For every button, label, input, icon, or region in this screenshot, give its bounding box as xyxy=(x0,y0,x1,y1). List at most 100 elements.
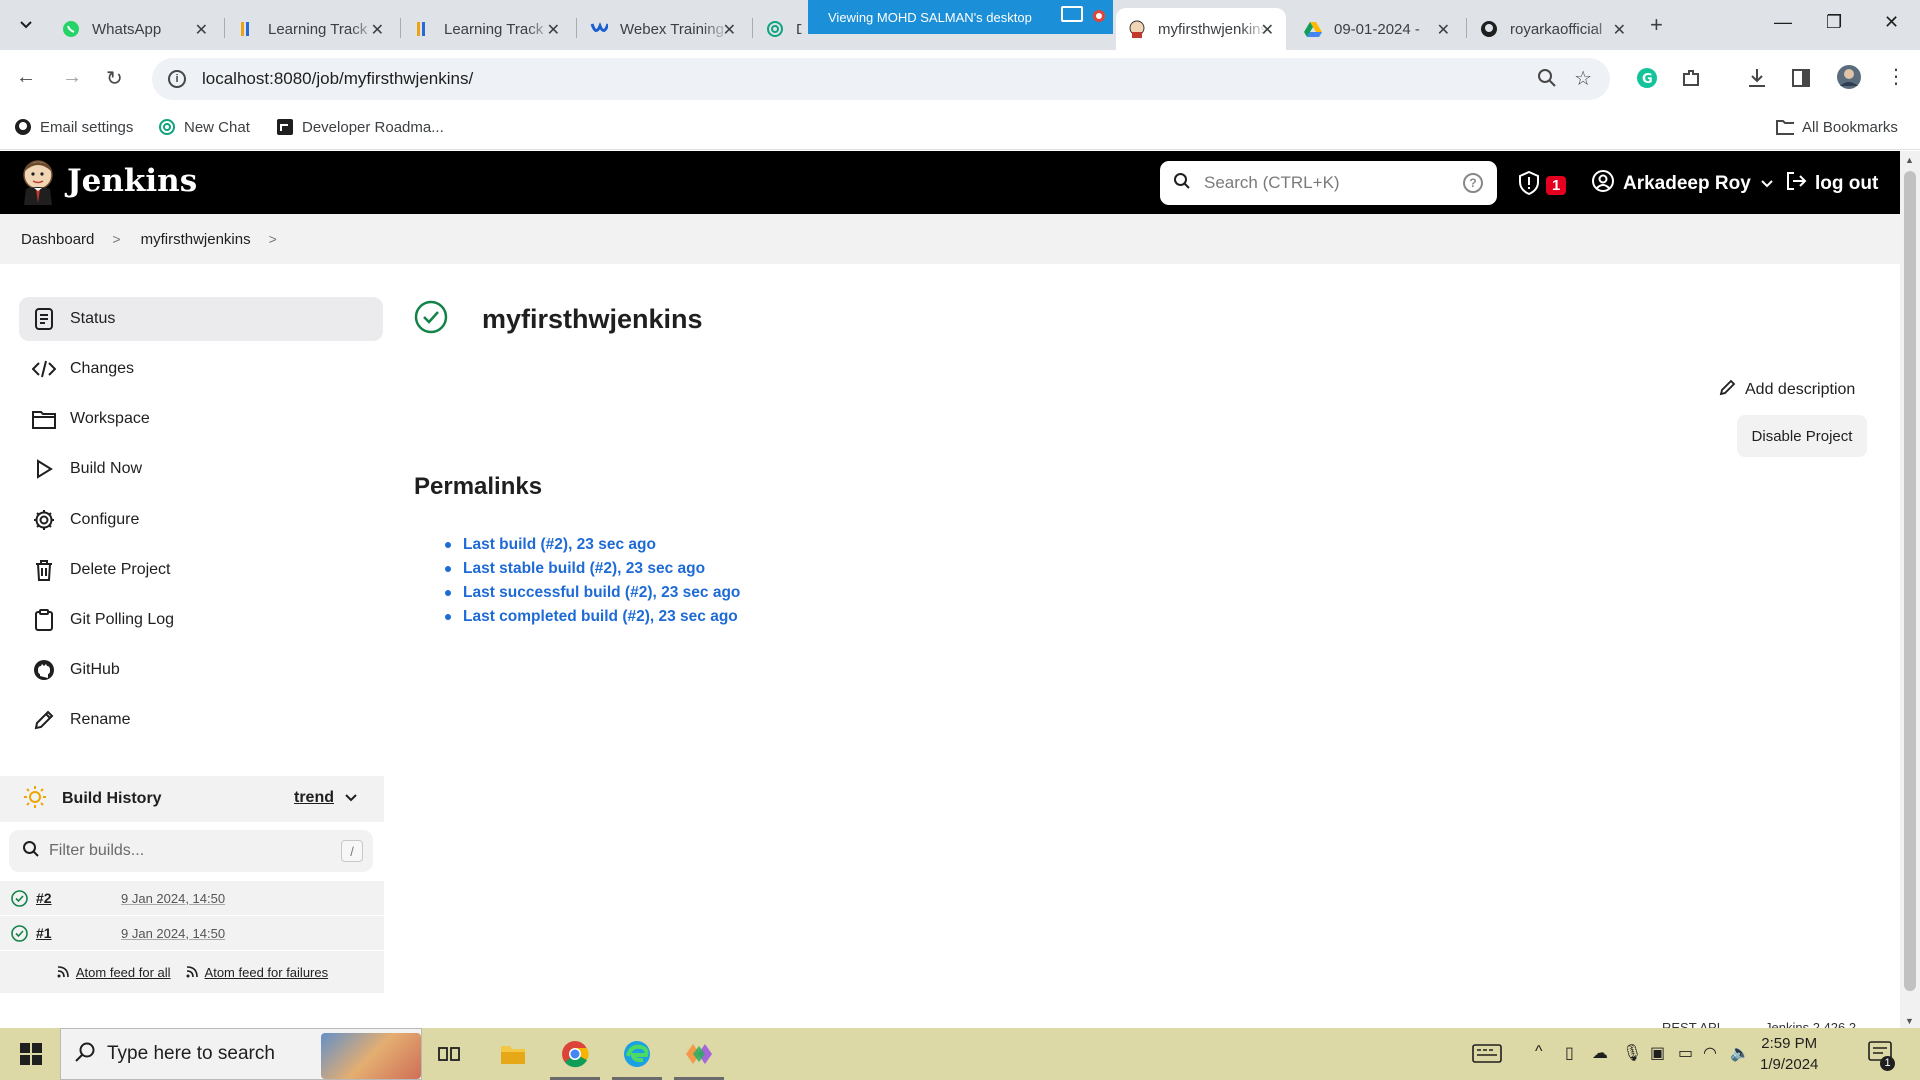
permalink-last-successful-build[interactable]: Last successful build (#2), 23 sec ago xyxy=(463,581,740,605)
build-number-link[interactable]: #1 xyxy=(36,925,52,941)
build-date-link[interactable]: 9 Jan 2024, 14:50 xyxy=(121,926,225,941)
site-info-icon[interactable]: i xyxy=(168,70,186,88)
volume-icon[interactable]: 🔈 xyxy=(1730,1043,1750,1063)
task-delete-project[interactable]: Delete Project xyxy=(19,548,383,592)
keyboard-layout-icon[interactable] xyxy=(1472,1042,1502,1069)
help-icon[interactable]: ? xyxy=(1463,173,1483,193)
zoom-icon[interactable] xyxy=(1538,69,1556,92)
logout-label[interactable]: log out xyxy=(1815,173,1878,195)
task-github[interactable]: GitHub xyxy=(19,648,383,692)
chevron-down-icon[interactable] xyxy=(1760,173,1774,195)
task-workspace[interactable]: Workspace xyxy=(19,397,383,441)
close-tab-icon[interactable]: ✕ xyxy=(1261,20,1274,40)
security-alerts-button[interactable]: 1 xyxy=(1518,170,1567,200)
atom-feed-failures-link[interactable]: Atom feed for failures xyxy=(185,965,329,980)
download-icon[interactable] xyxy=(1746,67,1768,94)
atom-feed-all-label[interactable]: Atom feed for all xyxy=(76,965,171,980)
close-tab-icon[interactable]: ✕ xyxy=(547,20,560,40)
webex-screen-share-banner[interactable]: Viewing MOHD SALMAN's desktop xyxy=(808,0,1113,34)
tab-learning-track-1[interactable]: Learning Track ✕ xyxy=(226,8,396,50)
build-number-link[interactable]: #2 xyxy=(36,890,52,906)
tab-learning-track-2[interactable]: Learning Track ✕ xyxy=(402,8,572,50)
grammarly-icon[interactable]: G xyxy=(1636,67,1658,94)
task-git-polling-log[interactable]: Git Polling Log xyxy=(19,598,383,642)
task-rename[interactable]: Rename xyxy=(19,698,383,742)
windows-start-icon[interactable] xyxy=(20,1043,42,1070)
permalink-last-completed-build[interactable]: Last completed build (#2), 23 sec ago xyxy=(463,605,738,629)
scroll-down-icon[interactable]: ▼ xyxy=(1905,1016,1914,1026)
permalink-item[interactable]: Last completed build (#2), 23 sec ago xyxy=(445,605,740,629)
tab-chatgpt[interactable]: D xyxy=(754,8,814,50)
tab-google-drive[interactable]: 09-01-2024 - ✕ xyxy=(1292,8,1462,50)
disable-project-label[interactable]: Disable Project xyxy=(1752,428,1853,445)
disable-project-button[interactable]: Disable Project xyxy=(1737,415,1867,457)
user-menu[interactable]: Arkadeep Roy xyxy=(1592,170,1774,198)
scroll-up-icon[interactable]: ▲ xyxy=(1905,155,1914,165)
bookmark-developer-roadmap[interactable]: Developer Roadma... xyxy=(276,118,444,136)
breadcrumb-job[interactable]: myfirsthwjenkins xyxy=(141,231,251,248)
restore-icon[interactable]: ❐ xyxy=(1826,12,1842,33)
close-tab-icon[interactable]: ✕ xyxy=(723,20,736,40)
bookmark-star-icon[interactable]: ☆ xyxy=(1574,66,1592,91)
tab-webex[interactable]: Webex Training ✕ xyxy=(578,8,748,50)
search-input[interactable]: Search (CTRL+K) xyxy=(1204,173,1463,193)
add-description-label[interactable]: Add description xyxy=(1745,381,1855,399)
jenkins-search-box[interactable]: Search (CTRL+K) ? xyxy=(1160,161,1497,205)
taskbar-search-input[interactable]: Type here to search xyxy=(107,1043,275,1065)
microphone-icon[interactable]: 🎙 xyxy=(1622,1043,1642,1063)
trend-label[interactable]: trend xyxy=(294,789,334,807)
task-view-icon[interactable] xyxy=(420,1028,478,1080)
task-status[interactable]: Status xyxy=(19,297,383,341)
user-name[interactable]: Arkadeep Roy xyxy=(1623,173,1751,195)
logout-button[interactable]: log out xyxy=(1785,170,1878,198)
scrollbar-thumb[interactable] xyxy=(1904,171,1916,991)
all-bookmarks-button[interactable]: All Bookmarks xyxy=(1776,118,1898,136)
new-tab-icon[interactable]: + xyxy=(1650,12,1663,38)
taskbar-clock[interactable]: 2:59 PM 1/9/2024 xyxy=(1760,1033,1818,1075)
atom-feed-all-link[interactable]: Atom feed for all xyxy=(56,965,171,980)
onedrive-icon[interactable]: ☁ xyxy=(1592,1043,1608,1063)
close-tab-icon[interactable]: ✕ xyxy=(195,20,208,40)
back-icon[interactable]: ← xyxy=(16,66,36,89)
close-window-icon[interactable]: ✕ xyxy=(1884,12,1899,33)
tab-whatsapp[interactable]: WhatsApp ✕ xyxy=(50,8,220,50)
bookmark-email-settings[interactable]: Email settings xyxy=(14,118,133,136)
browser-menu-icon[interactable]: ⋮ xyxy=(1886,64,1906,89)
permalink-last-stable-build[interactable]: Last stable build (#2), 23 sec ago xyxy=(463,557,705,581)
reload-icon[interactable]: ↻ xyxy=(106,66,123,91)
jenkins-logo-icon[interactable] xyxy=(20,159,56,205)
edge-icon[interactable] xyxy=(608,1028,666,1080)
tab-jenkins-active[interactable]: myfirsthwjenkins ✕ xyxy=(1116,8,1286,50)
breadcrumb-dashboard[interactable]: Dashboard xyxy=(21,231,94,248)
atom-feed-failures-label[interactable]: Atom feed for failures xyxy=(205,965,329,980)
close-tab-icon[interactable]: ✕ xyxy=(1613,20,1626,40)
add-description-button[interactable]: Add description xyxy=(1719,378,1855,401)
permalink-item[interactable]: Last stable build (#2), 23 sec ago xyxy=(445,557,740,581)
extensions-icon[interactable] xyxy=(1680,67,1702,94)
build-row[interactable]: #2 9 Jan 2024, 14:50 xyxy=(0,881,384,915)
filter-builds-input[interactable]: Filter builds... xyxy=(49,842,341,860)
permalink-item[interactable]: Last build (#2), 23 sec ago xyxy=(445,533,740,557)
display-icon[interactable]: ▣ xyxy=(1650,1043,1665,1063)
chevron-right-icon[interactable]: > xyxy=(269,231,277,247)
jenkins-title[interactable]: Jenkins xyxy=(67,163,197,199)
permalink-last-build[interactable]: Last build (#2), 23 sec ago xyxy=(463,533,656,557)
taskbar-search-box[interactable]: Type here to search xyxy=(60,1028,422,1080)
side-panel-icon[interactable] xyxy=(1790,67,1812,94)
screen-share-icon[interactable] xyxy=(1061,6,1083,22)
page-scrollbar[interactable]: ▲ ▼ xyxy=(1900,151,1920,1028)
task-configure[interactable]: Configure xyxy=(19,498,383,542)
tab-github[interactable]: royarkaofficial ✕ xyxy=(1468,8,1638,50)
close-tab-icon[interactable]: ✕ xyxy=(1437,20,1450,40)
build-row[interactable]: #1 9 Jan 2024, 14:50 xyxy=(0,916,384,950)
show-hidden-icons-icon[interactable]: ^ xyxy=(1535,1043,1543,1061)
close-tab-icon[interactable]: ✕ xyxy=(371,20,384,40)
task-changes[interactable]: Changes xyxy=(19,347,383,391)
chrome-icon[interactable] xyxy=(546,1028,604,1080)
url-text[interactable]: localhost:8080/job/myfirsthwjenkins/ xyxy=(202,69,473,89)
battery-icon[interactable]: ▭ xyxy=(1678,1043,1693,1063)
url-omnibox[interactable]: i localhost:8080/job/myfirsthwjenkins/ ☆ xyxy=(152,58,1610,100)
device-icon[interactable]: ▯ xyxy=(1565,1043,1574,1063)
tab-search-button[interactable] xyxy=(12,11,40,39)
avatar[interactable] xyxy=(1836,64,1862,95)
